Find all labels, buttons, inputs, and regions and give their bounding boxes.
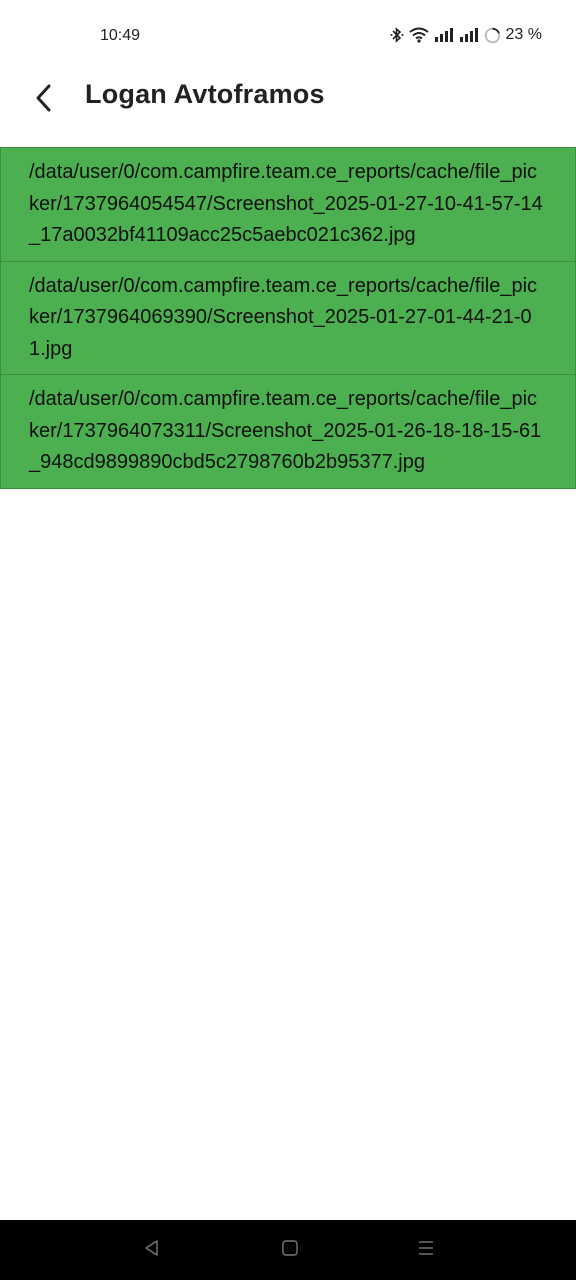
back-triangle-icon [143,1239,161,1262]
file-path: /data/user/0/com.campfire.team.ce_report… [29,388,542,473]
signal-icon [434,27,454,43]
file-list: /data/user/0/com.campfire.team.ce_report… [0,147,576,489]
app-bar: Logan Avtoframos [0,72,576,132]
recents-menu-icon [417,1239,435,1262]
file-path: /data/user/0/com.campfire.team.ce_report… [29,274,538,360]
home-square-icon [281,1239,299,1262]
nav-home-button[interactable] [278,1238,302,1262]
battery-ring-icon [484,27,501,44]
navigation-bar [0,1220,576,1280]
list-item[interactable]: /data/user/0/com.campfire.team.ce_report… [0,260,576,375]
battery-level: 23 % [505,26,542,43]
list-item[interactable]: /data/user/0/com.campfire.team.ce_report… [0,374,576,489]
nav-back-button[interactable] [140,1238,164,1262]
status-time: 10:49 [100,27,141,44]
status-icons: 23 % [390,26,542,44]
chevron-left-icon [34,83,54,118]
wifi-icon [408,27,429,43]
nav-recents-button[interactable] [414,1238,438,1262]
back-button[interactable] [24,80,64,120]
bluetooth-icon [390,27,404,43]
file-path: /data/user/0/com.campfire.team.ce_report… [29,161,543,246]
list-item[interactable]: /data/user/0/com.campfire.team.ce_report… [0,147,576,262]
status-bar: 10:49 23 % [0,0,576,72]
page-title: Logan Avtoframos [85,79,325,109]
signal-icon [459,27,479,43]
screen: 10:49 23 % Logan Avtoframos /data/user/0… [0,0,576,1280]
